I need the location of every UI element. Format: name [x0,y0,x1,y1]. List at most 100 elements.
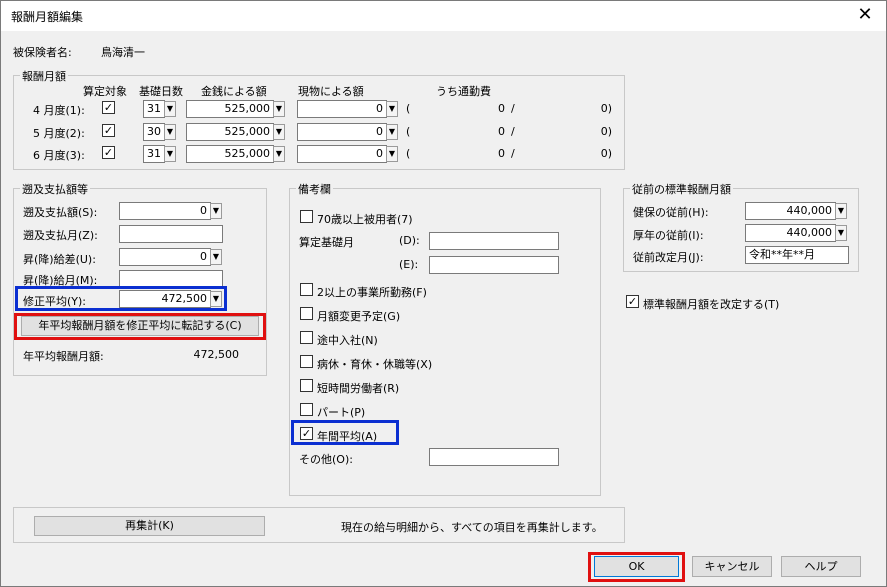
days-field-4[interactable]: 31 [143,100,165,118]
recalc-description: 現在の給与明細から、すべての項目を再集計します。 [341,521,603,534]
other-label: その他(O): [299,453,353,466]
chevron-down-icon[interactable]: ▼ [273,146,285,162]
ok-button[interactable]: OK [594,556,679,577]
chevron-down-icon[interactable]: ▼ [273,101,285,117]
planned-change-checkbox[interactable] [300,307,313,320]
part-label: パート(P) [317,406,366,419]
cash-field-6[interactable]: 525,000 [186,145,274,163]
row-checkbox-5[interactable]: ✓ [102,124,115,137]
transfer-average-button[interactable]: 年平均報酬月額を修正平均に転記する(C) [21,316,259,336]
health-previous-label: 健保の従前(H): [633,206,709,219]
short-time-checkbox[interactable] [300,379,313,392]
kind-field-4[interactable]: 0 [297,100,387,118]
d-label: (D): [399,234,420,247]
recalc-button[interactable]: 再集計(K) [34,516,265,536]
days-field-5[interactable]: 30 [143,123,165,141]
over70-checkbox[interactable] [300,210,313,223]
e-field[interactable] [429,256,559,274]
cash-field-5[interactable]: 525,000 [186,123,274,141]
health-previous-field[interactable]: 440,000 [745,202,836,220]
cancel-button[interactable]: キャンセル [692,556,772,577]
leave-checkbox[interactable] [300,355,313,368]
multi-office-label: 2以上の事業所勤務(F) [317,286,427,299]
e-label: (E): [399,258,419,271]
header-commute: うち通勤費 [436,85,491,98]
slash: / [511,147,515,160]
commute-a-4: 0 [498,102,505,115]
mid-join-checkbox[interactable] [300,331,313,344]
paren-open: ( [406,125,411,138]
chevron-down-icon[interactable]: ▼ [164,124,176,140]
cash-field-4[interactable]: 525,000 [186,100,274,118]
mid-join-label: 途中入社(N) [317,334,378,347]
revision-month-field[interactable]: 令和**年**月 [745,246,849,264]
d-field[interactable] [429,232,559,250]
days-field-6[interactable]: 31 [143,145,165,163]
part-checkbox[interactable] [300,403,313,416]
kind-field-6[interactable]: 0 [297,145,387,163]
revise-standard-checkbox[interactable]: ✓ [626,295,639,308]
annual-average-value: 472,500 [193,348,240,361]
corrected-average-field[interactable]: 472,500 [119,290,211,308]
chevron-down-icon[interactable]: ▼ [273,124,285,140]
insured-name: 鳥海清一 [101,46,145,59]
row-label-6: 6 月度(3): [33,149,85,162]
dialog-window: 報酬月額編集 ✕ 被保険者名: 鳥海清一 報酬月額 算定対象 基礎日数 金銭によ… [0,0,887,587]
slash: / [511,102,515,115]
commute-b-6: 0) [600,147,612,160]
header-cash: 金銭による額 [201,85,267,98]
title-bar: 報酬月額編集 ✕ [1,1,886,31]
commute-b-5: 0) [600,125,612,138]
retro-month-field[interactable] [119,225,223,243]
previous-group-label: 従前の標準報酬月額 [630,181,733,197]
chevron-down-icon[interactable]: ▼ [210,203,222,219]
chevron-down-icon[interactable]: ▼ [210,291,222,307]
annual-average-label: 年平均報酬月額: [23,350,104,363]
header-target: 算定対象 [83,85,127,98]
window-title: 報酬月額編集 [11,10,84,24]
close-icon[interactable]: ✕ [854,4,876,26]
commute-a-6: 0 [498,147,505,160]
calc-base-month-label: 算定基礎月 [299,236,354,249]
help-button[interactable]: ヘルプ [781,556,861,577]
paren-open: ( [406,147,411,160]
raise-diff-label: 昇(降)給差(U): [23,253,96,266]
multi-office-checkbox[interactable] [300,283,313,296]
chevron-down-icon[interactable]: ▼ [386,124,398,140]
annual-average-checkbox-label: 年間平均(A) [317,430,378,443]
insured-label: 被保険者名: [13,46,72,59]
corrected-average-label: 修正平均(Y): [23,295,87,308]
chevron-down-icon[interactable]: ▼ [386,101,398,117]
header-days: 基礎日数 [139,85,183,98]
planned-change-label: 月額変更予定(G) [317,310,401,323]
over70-label: 70歳以上被用者(7) [317,213,413,226]
other-field[interactable] [429,448,559,466]
retro-group-label: 遡及支払額等 [20,181,90,197]
paren-open: ( [406,102,411,115]
annual-average-checkbox[interactable]: ✓ [300,427,313,440]
revision-month-label: 従前改定月(J): [633,251,704,264]
commute-b-4: 0) [600,102,612,115]
chevron-down-icon[interactable]: ▼ [164,146,176,162]
raise-diff-field[interactable]: 0 [119,248,211,266]
kind-field-5[interactable]: 0 [297,123,387,141]
monthly-group-label: 報酬月額 [20,68,68,84]
revise-standard-label: 標準報酬月額を改定する(T) [643,298,780,311]
chevron-down-icon[interactable]: ▼ [835,203,847,219]
short-time-label: 短時間労働者(R) [317,382,400,395]
chevron-down-icon[interactable]: ▼ [835,225,847,241]
retro-month-label: 遡及支払月(Z): [23,229,98,242]
row-label-5: 5 月度(2): [33,127,85,140]
row-checkbox-6[interactable]: ✓ [102,146,115,159]
header-kind: 現物による額 [298,85,364,98]
row-label-4: 4 月度(1): [33,104,85,117]
slash: / [511,125,515,138]
chevron-down-icon[interactable]: ▼ [210,249,222,265]
remarks-group-label: 備考欄 [296,181,333,197]
chevron-down-icon[interactable]: ▼ [164,101,176,117]
row-checkbox-4[interactable]: ✓ [102,101,115,114]
chevron-down-icon[interactable]: ▼ [386,146,398,162]
commute-a-5: 0 [498,125,505,138]
retro-amount-field[interactable]: 0 [119,202,211,220]
pension-previous-field[interactable]: 440,000 [745,224,836,242]
